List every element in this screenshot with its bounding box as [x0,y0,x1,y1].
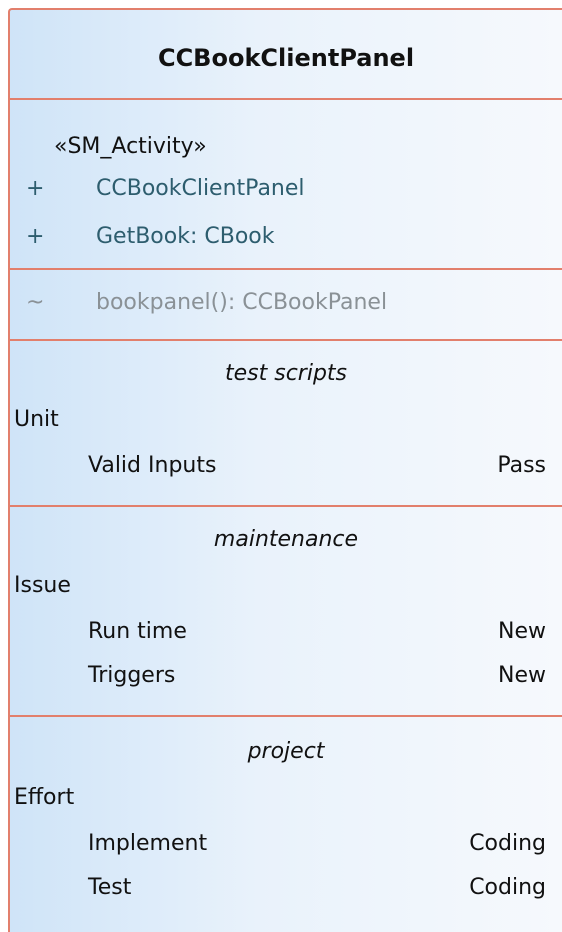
attribute-text: CCBookClientPanel [96,176,305,201]
maintenance-name: Run time [88,619,187,644]
maintenance-compartment: maintenance Issue Run time New Triggers … [10,507,562,717]
project-compartment: project Effort Implement Coding Test Cod… [10,717,562,932]
project-row[interactable]: Implement Coding [88,831,546,856]
project-row[interactable]: Test Coding [88,875,546,900]
attribute-item[interactable]: + CCBookClientPanel [26,176,305,201]
project-title: project [247,739,325,764]
operation-item[interactable]: ~ bookpanel(): CCBookPanel [26,290,387,315]
project-name: Implement [88,831,208,856]
project-name: Test [88,875,132,900]
maintenance-status: New [498,619,546,644]
operations-compartment: ~ bookpanel(): CCBookPanel [10,270,562,341]
test-scripts-title: test scripts [224,361,347,386]
project-status: Coding [469,875,546,900]
visibility-marker: ~ [26,290,45,315]
project-group-label: Effort [14,785,75,810]
maintenance-title: maintenance [213,527,359,552]
test-status: Pass [497,453,546,478]
attributes-compartment: «SM_Activity» + CCBookClientPanel + GetBoo… [10,100,562,270]
test-scripts-compartment: test scripts Unit Valid Inputs Pass [10,341,562,507]
maintenance-row[interactable]: Run time New [88,619,546,644]
visibility-marker: + [26,176,45,201]
maintenance-status: New [498,663,546,688]
maintenance-name: Triggers [88,663,176,688]
operation-text: bookpanel(): CCBookPanel [96,290,388,315]
attribute-item[interactable]: + GetBook: CBook [26,224,274,249]
maintenance-group-label: Issue [14,573,71,598]
project-status: Coding [469,831,546,856]
class-name-compartment: CCBookClientPanel [10,10,562,100]
test-name: Valid Inputs [88,453,217,478]
uml-class-box[interactable]: CCBookClientPanel «SM_Activity» + CCBookC… [8,8,562,932]
maintenance-row[interactable]: Triggers New [88,663,546,688]
test-group-label: Unit [14,407,59,432]
visibility-marker: + [26,224,45,249]
stereotype-label: «SM_Activity» [54,134,207,159]
attribute-text: GetBook: CBook [96,224,275,249]
class-name: CCBookClientPanel [157,44,415,72]
test-row[interactable]: Valid Inputs Pass [88,453,546,478]
